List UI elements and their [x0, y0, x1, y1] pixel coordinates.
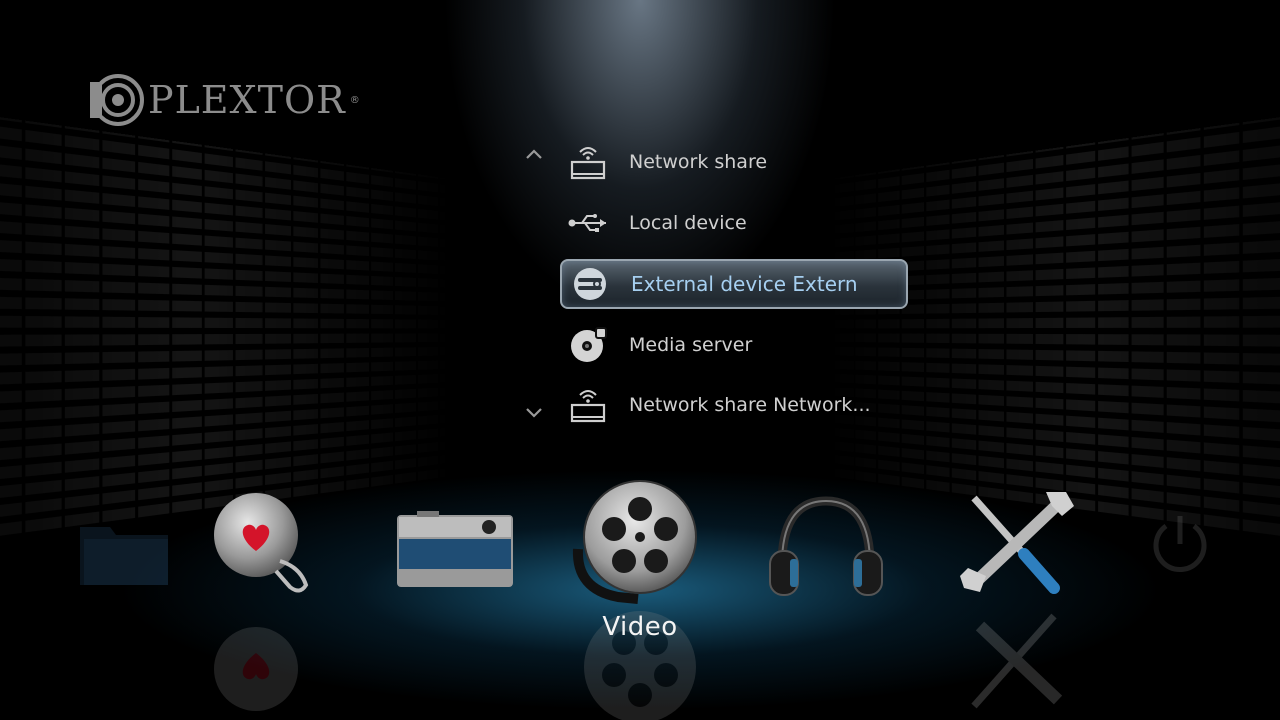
- favorites-reflection: [188, 600, 328, 720]
- network-share-icon: [560, 383, 616, 427]
- tools-icon: [971, 613, 1063, 709]
- tools-icon: [960, 492, 1074, 594]
- category-settings[interactable]: [946, 484, 1086, 604]
- favorites-icon: [214, 627, 298, 711]
- source-item-network-share-2[interactable]: Network share Network...: [560, 380, 908, 430]
- film-reel-icon: [572, 480, 697, 604]
- category-music[interactable]: [756, 484, 896, 604]
- source-item-external-device[interactable]: External device Extern: [560, 259, 908, 309]
- settings-reflection: [946, 600, 1086, 720]
- source-label: Network share: [629, 151, 768, 173]
- scroll-up-arrow-icon[interactable]: [523, 146, 545, 162]
- selected-category-label: Video: [602, 612, 678, 642]
- external-device-icon: [562, 262, 618, 306]
- source-item-media-server[interactable]: Media server: [560, 320, 908, 370]
- source-label: Media server: [629, 334, 753, 356]
- folder-icon: [80, 527, 168, 585]
- category-video[interactable]: [568, 480, 708, 604]
- scroll-down-arrow-icon[interactable]: [523, 405, 545, 421]
- source-item-local-device[interactable]: Local device: [560, 198, 908, 248]
- category-folder[interactable]: [40, 484, 180, 604]
- category-favorites[interactable]: [188, 484, 328, 604]
- favorites-icon: [214, 493, 309, 593]
- usb-icon: [560, 201, 616, 245]
- category-power[interactable]: [1110, 484, 1250, 604]
- source-label: External device Extern: [631, 272, 858, 296]
- source-list: Network share Local device External devi…: [0, 0, 1280, 440]
- source-item-network-share[interactable]: Network share: [560, 137, 908, 187]
- camera-icon: [397, 511, 513, 587]
- source-label: Network share Network...: [629, 394, 871, 416]
- headphones-icon: [769, 496, 883, 596]
- power-icon: [1153, 516, 1207, 572]
- network-share-icon: [560, 140, 616, 184]
- source-label: Local device: [629, 212, 747, 234]
- category-photo[interactable]: [382, 484, 522, 604]
- media-player-home-screen: PLEXTOR ® Network share Local device Ext…: [0, 0, 1280, 720]
- media-server-icon: [560, 323, 616, 367]
